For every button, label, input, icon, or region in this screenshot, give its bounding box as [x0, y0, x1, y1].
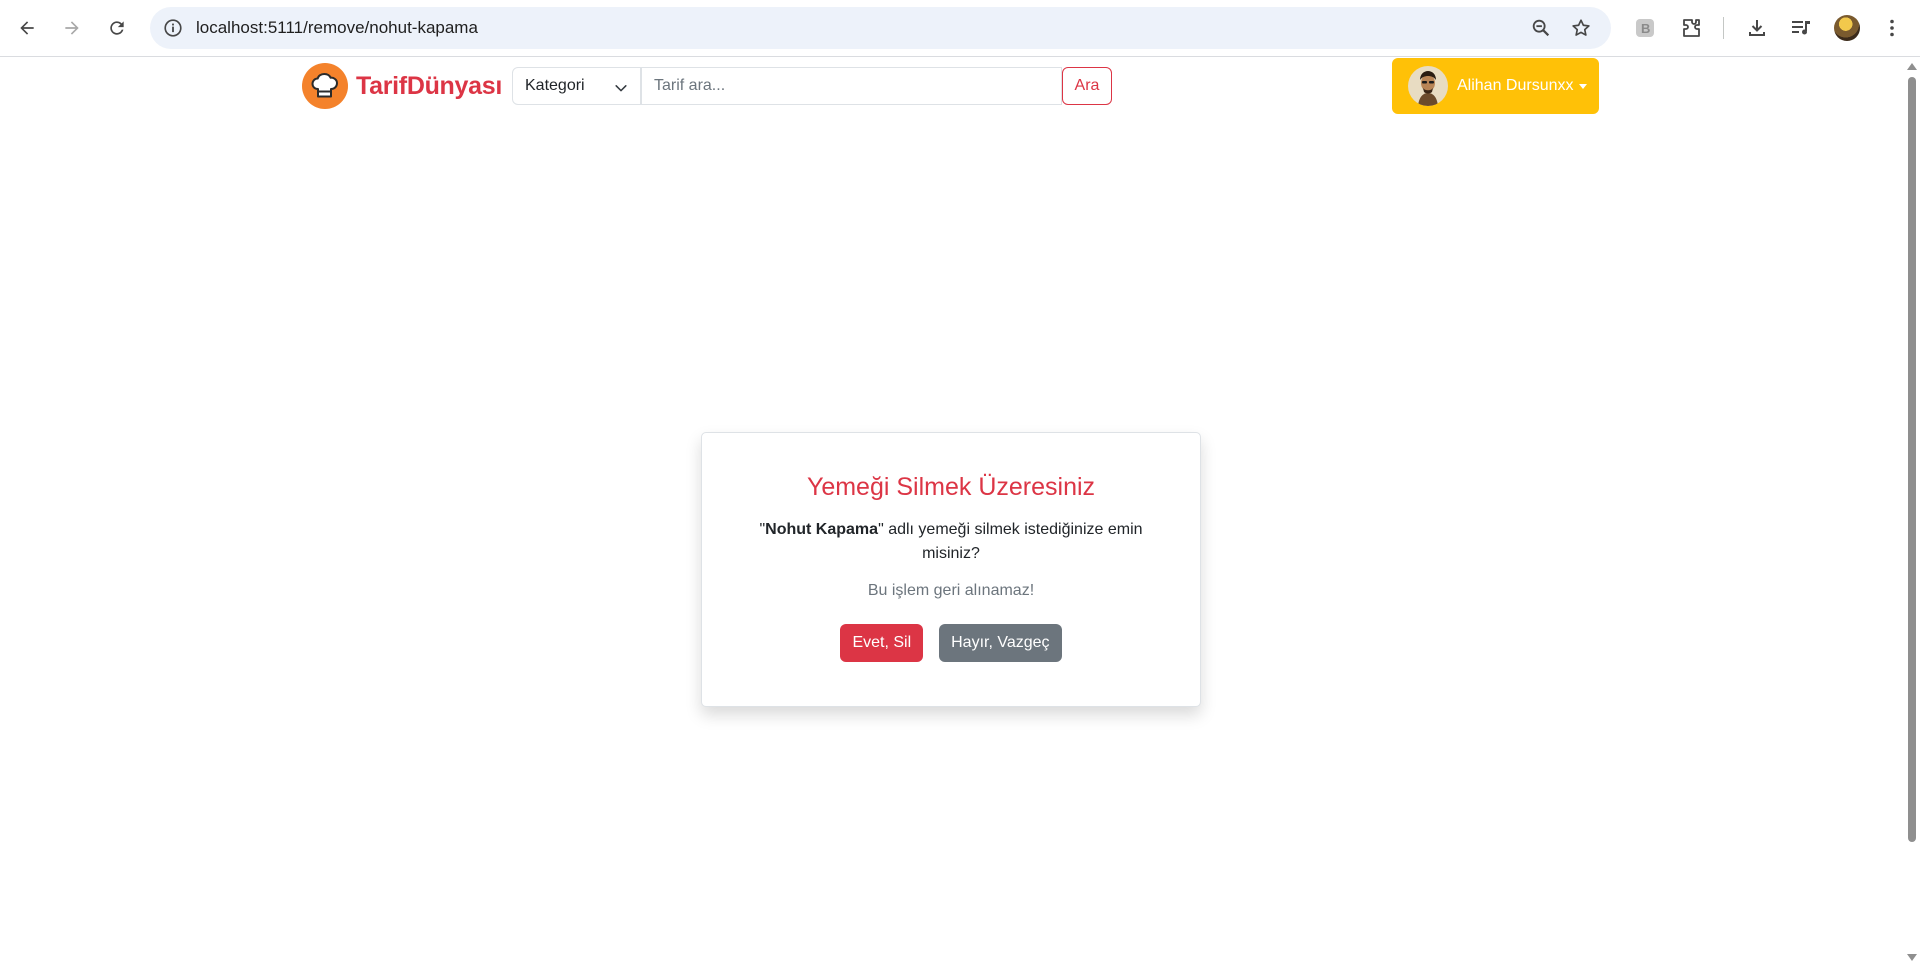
chevron-down-icon	[615, 85, 627, 92]
download-icon[interactable]	[1745, 16, 1769, 40]
user-name: Alihan Dursunxx	[1457, 77, 1574, 94]
url-text[interactable]: localhost:5111/remove/nohut-kapama	[196, 18, 478, 38]
recipe-name: Nohut Kapama	[765, 521, 879, 538]
media-icon[interactable]	[1789, 16, 1813, 40]
brand-link[interactable]: TarifDünyası	[302, 63, 502, 109]
cancel-button[interactable]: Hayır, Vazgeç	[939, 624, 1062, 662]
svg-text:B: B	[1641, 21, 1650, 36]
puzzle-icon[interactable]	[1679, 16, 1703, 40]
extension-b-icon[interactable]: B	[1633, 16, 1657, 40]
dialog-title: Yemeği Silmek Üzeresiniz	[806, 473, 1096, 501]
reload-button[interactable]	[99, 10, 135, 46]
dialog-message-rest: " adlı yemeği silmek istediğinize emin m…	[878, 521, 1143, 562]
category-select-label: Kategori	[525, 77, 585, 94]
caret-down-icon	[1578, 83, 1587, 89]
confirm-delete-button[interactable]: Evet, Sil	[840, 624, 924, 662]
star-icon[interactable]	[1570, 17, 1592, 39]
back-arrow-icon	[20, 21, 34, 35]
profile-avatar[interactable]	[1834, 15, 1860, 41]
recipe-search-input[interactable]	[641, 67, 1062, 105]
dialog-actions: Evet, Sil Hayır, Vazgeç	[702, 624, 1200, 662]
address-bar[interactable]: localhost:5111/remove/nohut-kapama	[150, 7, 1611, 49]
search-button[interactable]: Ara	[1062, 67, 1112, 105]
more-menu-icon[interactable]	[1880, 16, 1904, 40]
scroll-down-arrow-icon[interactable]	[1907, 954, 1917, 961]
chef-hat-logo-icon	[302, 63, 348, 109]
dialog-message: "Nohut Kapama" adlı yemeği silmek istedi…	[751, 518, 1151, 566]
user-avatar	[1408, 66, 1448, 106]
user-menu-button[interactable]: Alihan Dursunxx	[1392, 58, 1599, 114]
toolbar-separator	[1723, 17, 1724, 39]
back-button[interactable]	[9, 10, 45, 46]
forward-button[interactable]	[54, 10, 90, 46]
reload-icon	[110, 21, 124, 35]
irreversible-note: Bu işlem geri alınamaz!	[867, 582, 1035, 599]
scroll-up-arrow-icon[interactable]	[1907, 63, 1917, 70]
zoom-icon[interactable]	[1530, 17, 1552, 39]
browser-toolbar: localhost:5111/remove/nohut-kapama B	[0, 0, 1920, 57]
scroll-thumb[interactable]	[1908, 77, 1916, 842]
delete-confirmation-card: Yemeği Silmek Üzeresiniz "Nohut Kapama" …	[701, 432, 1201, 707]
site-info-icon[interactable]	[162, 17, 184, 39]
forward-arrow-icon	[65, 21, 79, 35]
brand-name: TarifDünyası	[356, 71, 502, 100]
category-select[interactable]: Kategori	[512, 67, 641, 105]
page-scrollbar[interactable]	[1903, 57, 1920, 969]
